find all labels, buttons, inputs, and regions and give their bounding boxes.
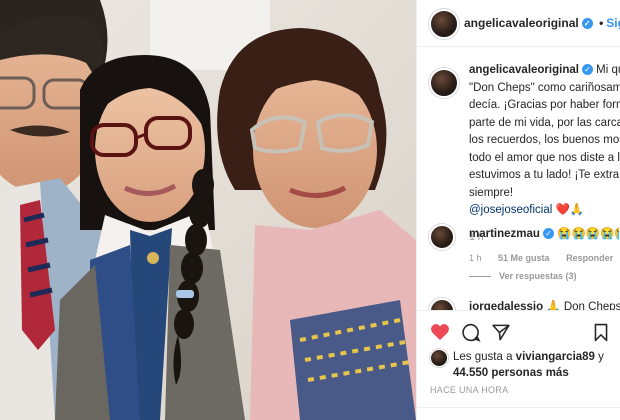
caption-username[interactable]: angelicavaleoriginal (469, 64, 579, 76)
heart-icon[interactable] (430, 323, 450, 341)
caption-text-2: decía. ¡Gracias por haber forma (469, 99, 620, 111)
caption-emojis: ❤️🙏 (555, 204, 585, 216)
caption-line: angelicavaleoriginal✓ Mi quer (469, 62, 620, 80)
post-caption: angelicavaleoriginal✓ Mi quer "Don Cheps… (469, 62, 620, 246)
comment-time: 1 h (469, 253, 482, 263)
comment-text: 😭😭😭😭😭 (557, 228, 619, 240)
replies-divider (469, 276, 491, 278)
caption-avatar[interactable] (429, 68, 459, 98)
separator-dot: • (599, 16, 604, 30)
follow-button[interactable]: Siguie (606, 16, 620, 30)
likes-prefix: Les gusta a (453, 351, 513, 363)
verified-badge-icon: ✓ (542, 228, 554, 240)
post-side-panel: angelicavaleoriginal✓ •Siguie angelicava… (416, 0, 620, 420)
caption-text-7: siempre! (469, 186, 514, 199)
caption-text-6: estuvimos a tu lado! ¡Te extrañ (469, 169, 620, 181)
comment-likes[interactable]: 51 Me gusta (498, 253, 550, 263)
share-icon[interactable] (491, 323, 511, 342)
view-replies-label: Ver respuestas (3) (499, 271, 577, 281)
reply-button[interactable]: Responder (566, 253, 613, 263)
verified-badge-icon: ✓ (581, 64, 593, 76)
comment-avatar[interactable] (429, 224, 455, 250)
likes-conjunction: y (598, 351, 604, 363)
post-photo[interactable] (0, 0, 416, 420)
likes-summary: Les gusta a viviangarcia89 y 44.550 pers… (453, 349, 618, 381)
caption-text-1: "Don Cheps" como cariñosame (469, 81, 620, 94)
verified-badge-icon: ✓ (581, 18, 593, 30)
bookmark-icon[interactable] (593, 323, 609, 342)
caption-text-0: Mi quer (596, 64, 620, 76)
author-avatar[interactable] (429, 9, 459, 39)
post-header: angelicavaleoriginal✓ •Siguie (417, 0, 620, 47)
liker-avatar[interactable] (430, 349, 448, 367)
likes-count[interactable]: 44.550 personas más (453, 367, 569, 379)
author-username[interactable]: angelicavaleoriginal (464, 16, 579, 30)
post-timestamp: HACE UNA HORA (430, 385, 509, 395)
view-replies[interactable]: Ver respuestas (3) (469, 271, 577, 281)
post-actions: Les gusta a viviangarcia89 y 44.550 pers… (417, 310, 620, 420)
comment-username[interactable]: martinezmau (469, 228, 540, 240)
caption-text-5: todo el amor que nos diste a lo (469, 151, 620, 164)
comment-icon[interactable] (461, 323, 481, 342)
add-comment-divider (417, 407, 620, 408)
comment-line: martinezmau✓ 😭😭😭😭😭 (469, 226, 619, 244)
caption-mention[interactable]: @josejoseoficial (469, 204, 552, 216)
caption-text-3: parte de mi vida, por las carcaja (469, 116, 620, 129)
author-line: angelicavaleoriginal✓ •Siguie (464, 16, 620, 30)
comment-meta: 1 h 51 Me gusta Responder (469, 253, 613, 263)
caption-mention-line: @josejoseoficial ❤️🙏 (469, 202, 620, 220)
liker-username[interactable]: viviangarcia89 (516, 351, 595, 363)
photo-illustration (0, 0, 416, 420)
caption-text-4: los recuerdos, los buenos mom (469, 134, 620, 146)
